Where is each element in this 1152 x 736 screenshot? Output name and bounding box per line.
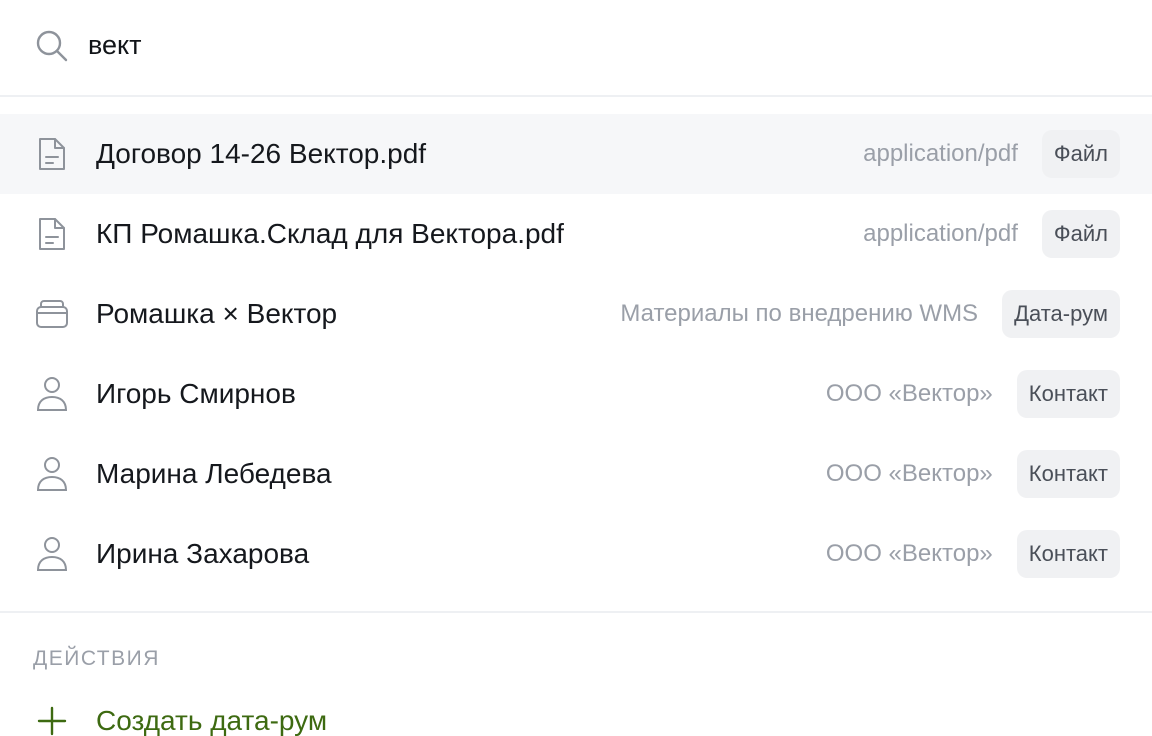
result-item-file[interactable]: Договор 14-26 Вектор.pdf application/pdf… — [0, 114, 1152, 194]
result-meta: application/pdf — [863, 140, 1018, 167]
plus-icon — [32, 701, 72, 736]
result-title: Ромашка × Вектор — [96, 298, 338, 329]
result-item-file[interactable]: КП Ромашка.Склад для Вектора.pdf applica… — [0, 194, 1152, 274]
result-item-contact[interactable]: Игорь Смирнов ООО «Вектор» Контакт — [0, 354, 1152, 434]
result-meta: Материалы по внедрению WMS — [620, 300, 979, 327]
results-list: Договор 14-26 Вектор.pdf application/pdf… — [0, 97, 1152, 594]
type-badge: Файл — [1041, 130, 1120, 178]
user-icon — [32, 454, 72, 494]
action-label: Создать дата-рум — [96, 705, 328, 736]
result-meta: ООО «Вектор» — [825, 460, 993, 487]
result-meta: application/pdf — [863, 220, 1018, 247]
result-title: Игорь Смирнов — [96, 378, 296, 409]
type-badge: Файл — [1041, 210, 1120, 258]
user-icon — [32, 534, 72, 574]
result-meta: ООО «Вектор» — [825, 380, 993, 407]
command-palette: Договор 14-26 Вектор.pdf application/pdf… — [0, 0, 1152, 736]
result-title: Договор 14-26 Вектор.pdf — [96, 138, 427, 169]
type-badge: Контакт — [1016, 530, 1120, 578]
result-item-dataroom[interactable]: Ромашка × Вектор Материалы по внедрению … — [0, 274, 1152, 354]
folder-icon — [32, 294, 72, 334]
user-icon — [32, 374, 72, 414]
actions-section-label: ДЕЙСТВИЯ — [33, 647, 160, 670]
type-badge: Контакт — [1016, 450, 1120, 498]
result-meta: ООО «Вектор» — [825, 540, 993, 567]
result-title: Марина Лебедева — [96, 458, 332, 489]
search-icon — [32, 26, 72, 66]
create-dataroom-action[interactable]: Создать дата-рум — [0, 681, 1152, 736]
file-icon — [32, 134, 72, 174]
type-badge: Дата-рум — [1002, 290, 1120, 338]
result-title: Ирина Захарова — [96, 538, 310, 569]
result-item-contact[interactable]: Марина Лебедева ООО «Вектор» Контакт — [0, 434, 1152, 514]
search-bar — [0, 0, 1152, 97]
file-icon — [32, 214, 72, 254]
result-item-contact[interactable]: Ирина Захарова ООО «Вектор» Контакт — [0, 514, 1152, 594]
search-input[interactable] — [88, 30, 988, 61]
type-badge: Контакт — [1016, 370, 1120, 418]
result-title: КП Ромашка.Склад для Вектора.pdf — [96, 218, 564, 249]
